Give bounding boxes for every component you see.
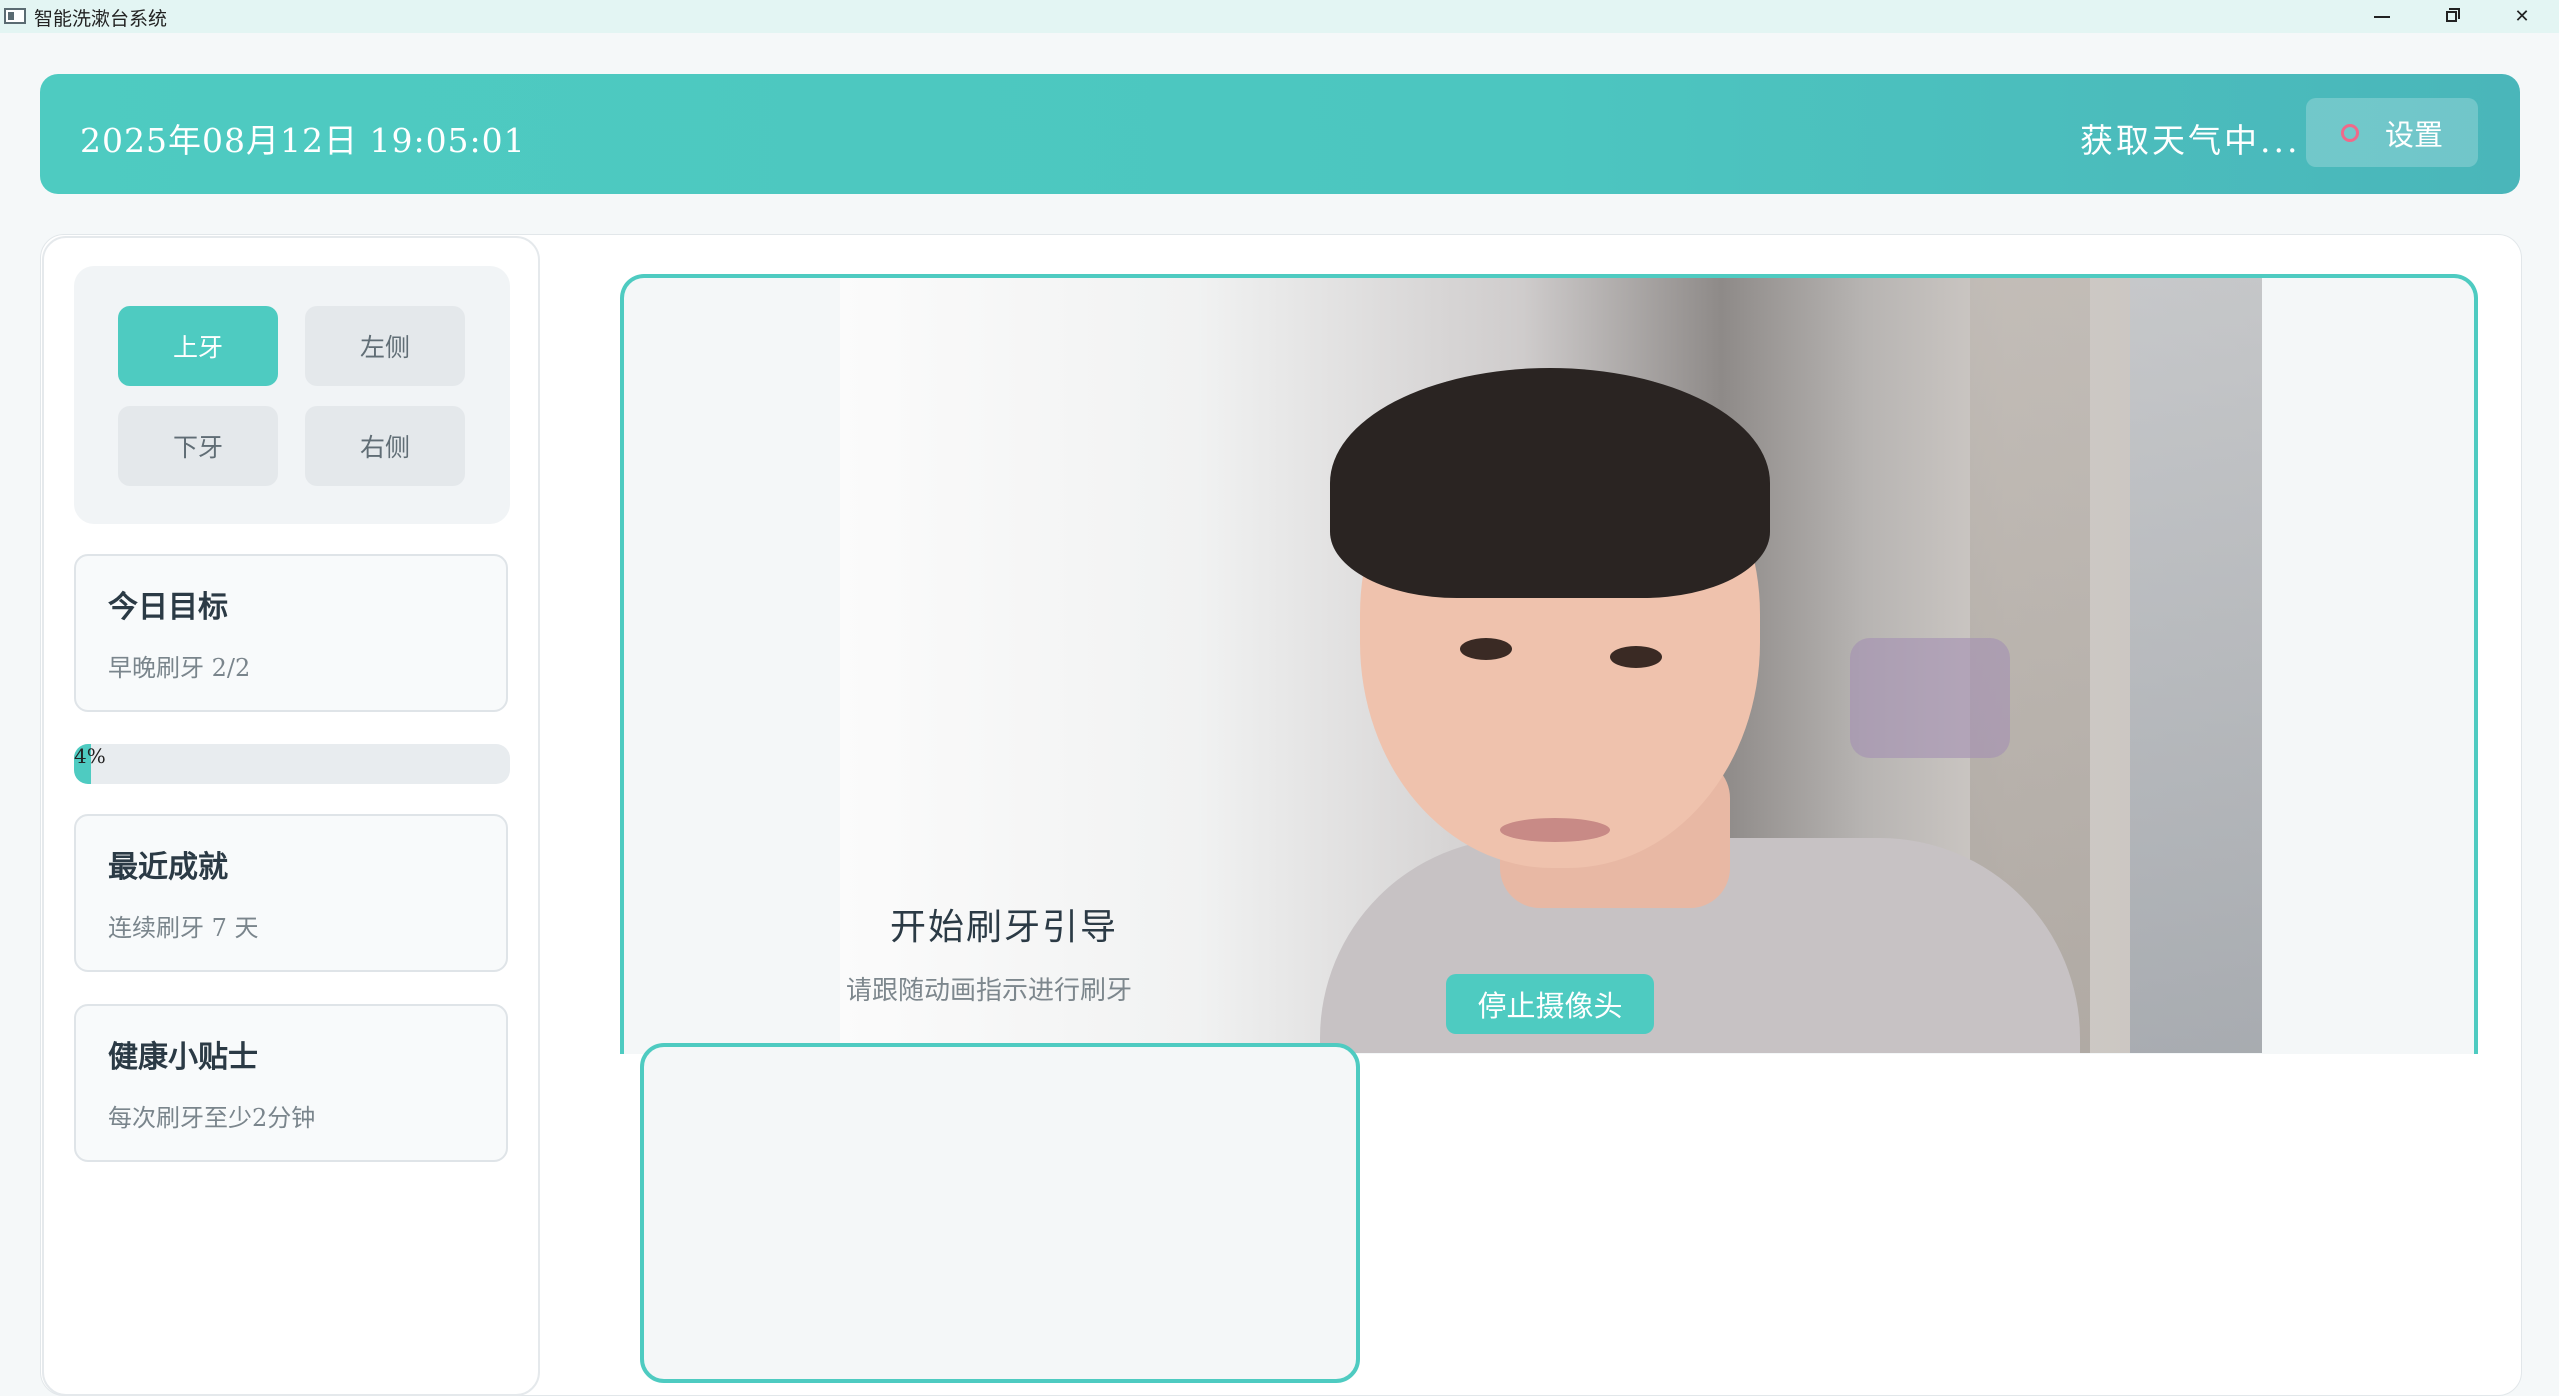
teeth-area-selector: 上牙 左侧 下牙 右侧 — [74, 266, 510, 524]
progress-bar: 4% — [74, 744, 510, 784]
upper-teeth-button[interactable]: 上牙 — [118, 306, 278, 386]
achievement-card: 最近成就 连续刷牙 7 天 — [74, 814, 508, 972]
health-tip-card: 健康小贴士 每次刷牙至少2分钟 — [74, 1004, 508, 1162]
guide-title: 开始刷牙引导 — [890, 907, 1119, 948]
health-tip-title: 健康小贴士 — [108, 1040, 258, 1075]
daily-goal-title: 今日目标 — [108, 590, 228, 625]
guide-subtitle: 请跟随动画指示进行刷牙 — [846, 976, 1133, 1006]
lower-teeth-button[interactable]: 下牙 — [118, 406, 278, 486]
right-side-button[interactable]: 右侧 — [305, 406, 465, 486]
health-tip-subtitle: 每次刷牙至少2分钟 — [108, 1104, 316, 1132]
window-title: 智能洗漱台系统 — [34, 8, 168, 30]
settings-label: 设置 — [2384, 117, 2443, 152]
weather-status: 获取天气中... — [2080, 121, 2301, 160]
restore-button[interactable] — [2422, 0, 2482, 33]
left-side-button[interactable]: 左侧 — [305, 306, 465, 386]
achievement-title: 最近成就 — [108, 850, 228, 885]
stop-camera-button[interactable]: 停止摄像头 — [1446, 974, 1654, 1034]
window-titlebar: 智能洗漱台系统 ✕ — [0, 0, 2559, 33]
gear-icon — [2340, 123, 2359, 142]
progress-text: 4% — [74, 744, 106, 768]
header-bar: 2025年08月12日 19:05:01 获取天气中... 设置 — [40, 74, 2520, 194]
brushing-animation-panel — [640, 1043, 1360, 1383]
achievement-subtitle: 连续刷牙 7 天 — [108, 914, 259, 942]
app-icon — [4, 8, 26, 24]
settings-button[interactable]: 设置 — [2306, 98, 2478, 167]
close-button[interactable]: ✕ — [2492, 0, 2552, 33]
minimize-button[interactable] — [2352, 0, 2412, 33]
daily-goal-card: 今日目标 早晚刷牙 2/2 — [74, 554, 508, 712]
daily-goal-subtitle: 早晚刷牙 2/2 — [108, 654, 251, 682]
close-icon: ✕ — [2514, 6, 2530, 27]
datetime-display: 2025年08月12日 19:05:01 — [80, 121, 526, 160]
